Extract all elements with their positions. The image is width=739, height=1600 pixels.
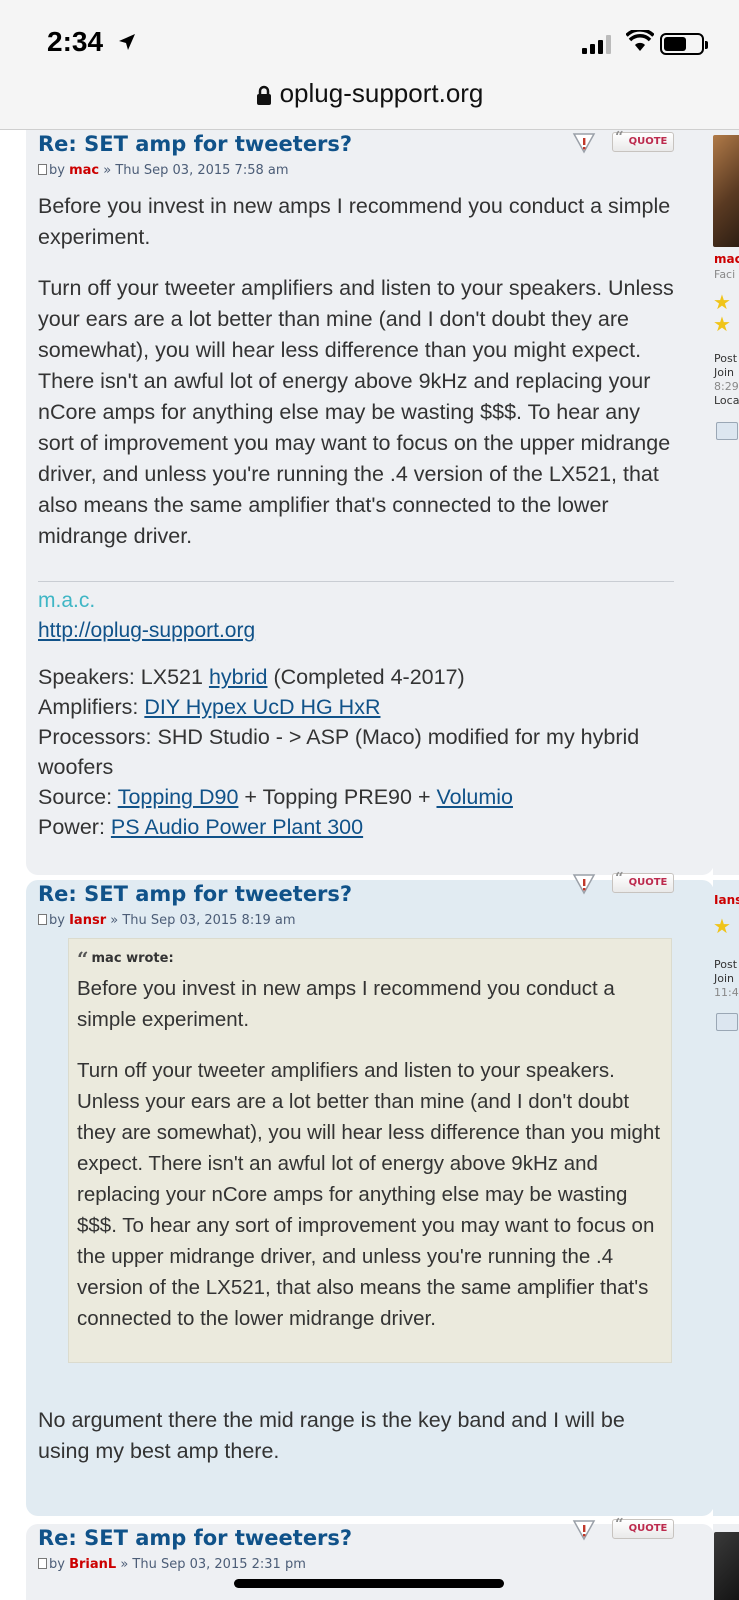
quote-block: “mac wrote: Before you invest in new amp… — [68, 938, 672, 1363]
browser-chrome: 2:34 oplug-support.org — [0, 0, 739, 130]
battery-icon — [660, 33, 708, 55]
quote-button[interactable]: “QUOTE — [612, 869, 674, 893]
quote-mark-icon: “ — [615, 1515, 624, 1533]
rank-star-icon: ★ — [713, 312, 731, 336]
url-text: oplug-support.org — [279, 78, 484, 108]
post-title[interactable]: Re: SET amp for tweeters? — [38, 882, 352, 906]
quote-paragraph: Before you invest in new amps I recommen… — [77, 977, 615, 1031]
author-link[interactable]: BrianL — [69, 1557, 116, 1572]
post-paragraph: Before you invest in new amps I recommen… — [38, 194, 671, 249]
power-plant-link[interactable]: PS Audio Power Plant 300 — [111, 815, 363, 839]
post-content: No argument there the mid range is the k… — [38, 1405, 678, 1487]
post-icon[interactable] — [38, 164, 47, 175]
lock-icon — [256, 85, 271, 105]
rank-star-icon: ★ — [713, 290, 731, 314]
quote-mark-icon: “ — [615, 869, 624, 887]
post-title[interactable]: Re: SET amp for tweeters? — [38, 1526, 352, 1550]
profile-posts: Post — [714, 958, 738, 971]
cellular-signal-icon — [582, 34, 611, 54]
post-meta: by mac » Thu Sep 03, 2015 7:58 am — [38, 163, 289, 178]
signature-name: m.a.c. — [38, 589, 96, 612]
quote-paragraph: Turn off your tweeter amplifiers and lis… — [77, 1059, 661, 1330]
status-time: 2:34 — [47, 26, 104, 57]
profile-posts: Post — [714, 352, 738, 365]
profile-joined: Join — [714, 972, 735, 985]
wifi-icon — [626, 30, 654, 51]
quote-mark-icon: “ — [77, 947, 89, 971]
post-meta: by Iansr » Thu Sep 03, 2015 8:19 am — [38, 913, 296, 928]
amplifiers-link[interactable]: DIY Hypex UcD HG HxR — [144, 695, 380, 719]
author-link[interactable]: mac — [69, 163, 99, 178]
profile-name[interactable]: Ians — [714, 893, 739, 907]
post: Re: SET amp for tweeters? “QUOTE by Ians… — [26, 869, 714, 1516]
profile-joined: Join — [714, 366, 735, 379]
post-paragraph: Turn off your tweeter amplifiers and lis… — [38, 276, 674, 548]
quote-button[interactable]: “QUOTE — [612, 128, 674, 152]
profile-rank: Faci — [714, 268, 736, 281]
hybrid-link[interactable]: hybrid — [209, 665, 268, 689]
post-paragraph: No argument there the mid range is the k… — [38, 1408, 625, 1463]
rank-star-icon: ★ — [713, 914, 731, 938]
profile-location: Loca — [714, 394, 739, 407]
avatar[interactable] — [714, 1532, 739, 1600]
url-bar[interactable]: oplug-support.org — [0, 78, 739, 109]
quote-mark-icon: “ — [615, 128, 624, 146]
profile-joined-time: 11:4 — [714, 986, 739, 999]
mail-icon[interactable] — [716, 1013, 738, 1031]
post: Re: SET amp for tweeters? “QUOTE by Bria… — [26, 1515, 714, 1600]
quote-cite: “mac wrote: — [77, 947, 174, 971]
quote-button[interactable]: “QUOTE — [612, 1515, 674, 1539]
post-content: Before you invest in new amps I recommen… — [38, 191, 678, 572]
report-icon[interactable] — [572, 1519, 596, 1541]
mail-icon[interactable] — [716, 422, 738, 440]
post-meta: by BrianL » Thu Sep 03, 2015 2:31 pm — [38, 1557, 306, 1572]
profile-name[interactable]: mac — [714, 252, 739, 266]
post-title[interactable]: Re: SET amp for tweeters? — [38, 132, 352, 156]
signature-website-link[interactable]: http://oplug-support.org — [38, 619, 255, 643]
report-icon[interactable] — [572, 132, 596, 154]
report-icon[interactable] — [572, 873, 596, 895]
topping-d90-link[interactable]: Topping D90 — [118, 785, 239, 809]
avatar[interactable] — [713, 135, 739, 247]
author-link[interactable]: Iansr — [69, 913, 106, 928]
profile-joined-time: 8:29 — [714, 380, 739, 393]
signature-details: Speakers: LX521 hybrid (Completed 4-2017… — [38, 665, 640, 839]
post-icon[interactable] — [38, 1558, 47, 1569]
volumio-link[interactable]: Volumio — [436, 785, 513, 809]
home-indicator[interactable] — [234, 1579, 504, 1588]
post: Re: SET amp for tweeters? “QUOTE by mac … — [26, 128, 714, 875]
location-arrow-icon — [119, 34, 135, 50]
post-icon[interactable] — [38, 914, 47, 925]
signature-divider — [38, 581, 674, 582]
